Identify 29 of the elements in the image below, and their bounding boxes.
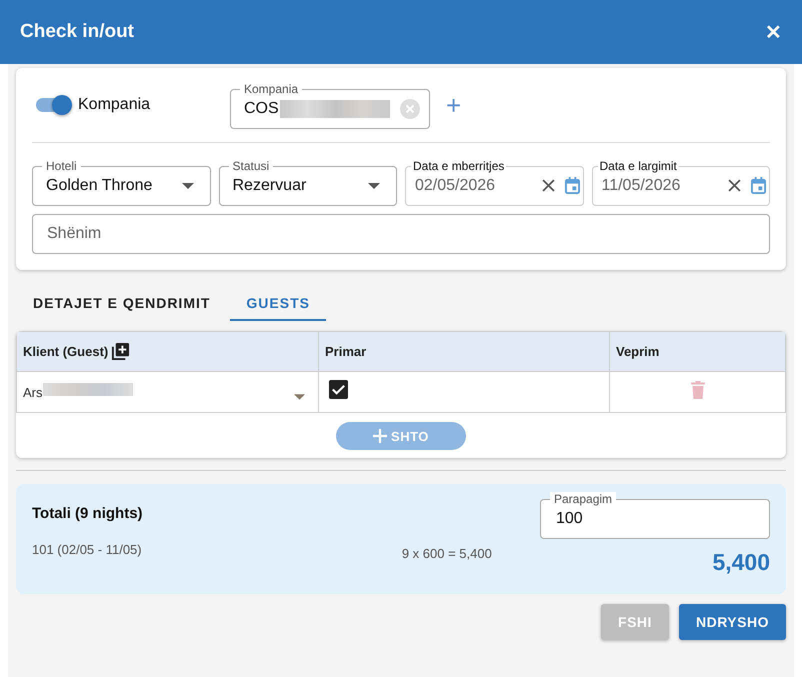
column-header: Primar bbox=[325, 344, 366, 359]
price-calculation: 9 x 600 = 5,400 bbox=[402, 546, 493, 563]
plus-icon bbox=[373, 429, 388, 443]
action-button[interactable]: NDRYSHO bbox=[679, 604, 786, 640]
prepayment-field[interactable]: Parapagim 100 bbox=[540, 492, 770, 539]
add-guest-icon[interactable] bbox=[111, 342, 130, 361]
field-label: Hoteli bbox=[42, 159, 81, 173]
caret-icon bbox=[182, 183, 194, 189]
total-title: Totali (9 nights) bbox=[32, 505, 144, 522]
field-label: Parapagim bbox=[550, 492, 616, 506]
window-title: Check in/out bbox=[20, 21, 134, 43]
select-field[interactable]: Hoteli Golden Throne bbox=[32, 159, 210, 206]
close-button[interactable]: ✕ bbox=[765, 20, 782, 44]
column-header: Klient (Guest) bbox=[23, 344, 108, 359]
room-line: 101 (02/05 - 11/05) bbox=[32, 542, 143, 557]
field-label: Statusi bbox=[228, 159, 274, 173]
note-field[interactable]: Shënim bbox=[32, 214, 770, 254]
field-label: Data e largimit bbox=[598, 159, 679, 173]
toggle-label: Kompania bbox=[78, 96, 150, 114]
company-field[interactable]: Kompania COS bbox=[230, 82, 430, 128]
caret-icon bbox=[368, 183, 380, 189]
column-header: Veprim bbox=[616, 344, 660, 359]
tab[interactable]: DETAJET E QENDRIMIT bbox=[24, 290, 226, 321]
total-amount: 5,400 bbox=[712, 549, 770, 576]
tab[interactable]: GUESTS bbox=[230, 290, 326, 321]
toggle-switch[interactable] bbox=[36, 98, 70, 112]
field-label: Data e mberritjes bbox=[411, 159, 506, 173]
field-label: Kompania bbox=[240, 82, 302, 96]
select-field[interactable]: Statusi Rezervuar bbox=[218, 159, 397, 206]
